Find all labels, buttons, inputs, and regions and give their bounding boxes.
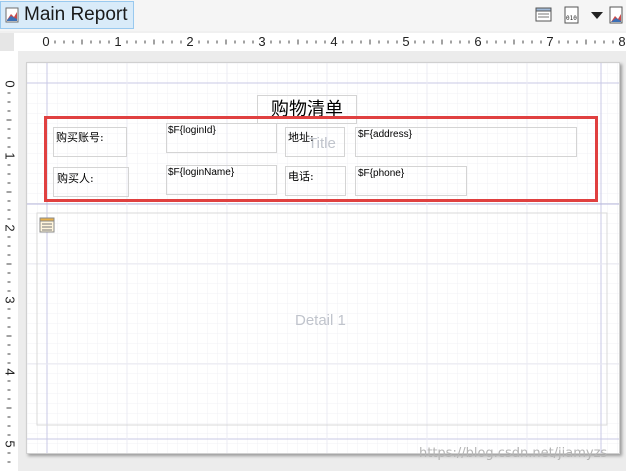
ruler-h-label: 3 [258,34,265,49]
binary-data-icon[interactable]: 010 [563,6,581,24]
page-layout-icon[interactable] [535,6,553,24]
dropdown-arrow-icon[interactable] [588,6,606,24]
ruler-h-label: 5 [402,34,409,49]
selection-highlight [44,116,598,202]
ruler-v-label: 3 [3,296,18,303]
ruler-v-label: 2 [3,224,18,231]
watermark-text: https://blog.csdn.net/jiamyzs [419,446,608,461]
ruler-h-label: 0 [42,34,49,49]
vertical-ruler: 0 1 2 3 4 5 [0,51,18,471]
ruler-h-label: 1 [114,34,121,49]
ruler-v-label: 1 [3,152,18,159]
ruler-v-label: 4 [3,368,18,375]
ruler-v-label: 0 [3,80,18,87]
editor-tab-bar: Main Report 010 [0,0,626,31]
ruler-h-label: 7 [546,34,553,49]
detail-band-label: Detail 1 [295,312,346,329]
report-icon [4,7,20,23]
main-report-tab[interactable]: Main Report [0,1,134,29]
ruler-h-label: 8 [618,34,625,49]
preview-icon[interactable] [607,6,625,24]
ruler-v-label: 5 [3,440,18,447]
ruler-h-label: 4 [330,34,337,49]
ruler-h-label: 2 [186,34,193,49]
tab-label: Main Report [24,4,128,25]
binary-icon-text: 010 [566,15,577,22]
ruler-h-label: 6 [474,34,481,49]
band-properties-icon[interactable] [39,217,55,233]
ruler-corner [0,33,14,51]
horizontal-ruler: 0 1 2 3 4 5 6 7 8 [14,33,626,52]
